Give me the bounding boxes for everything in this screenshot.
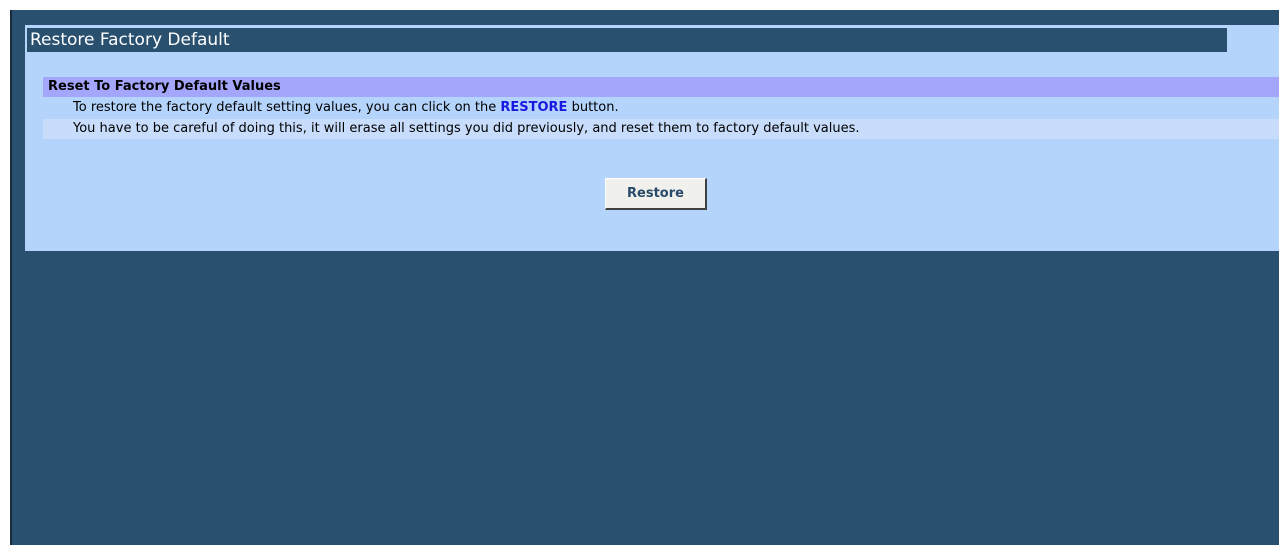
instruction-text-suffix: button. bbox=[567, 100, 619, 115]
restore-panel: Restore Factory Default Reset To Factory… bbox=[25, 25, 1279, 251]
warning-line: You have to be careful of doing this, it… bbox=[43, 119, 1279, 139]
restore-keyword: RESTORE bbox=[500, 100, 568, 115]
instruction-line-1: To restore the factory default setting v… bbox=[43, 98, 1279, 118]
page-title: Restore Factory Default bbox=[27, 28, 1227, 52]
restore-button[interactable]: Restore bbox=[605, 178, 707, 210]
instruction-text-prefix: To restore the factory default setting v… bbox=[73, 100, 501, 115]
main-frame: Restore Factory Default Reset To Factory… bbox=[10, 10, 1279, 545]
section-header: Reset To Factory Default Values bbox=[43, 77, 1279, 97]
